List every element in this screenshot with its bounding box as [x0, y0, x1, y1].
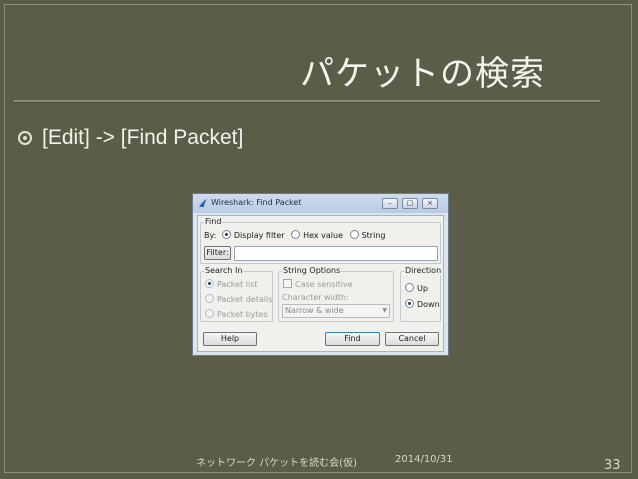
- slide-title: パケットの検索: [300, 54, 545, 94]
- search-in-label: Search In: [204, 266, 244, 275]
- radio-display-filter[interactable]: Display filter: [221, 230, 285, 240]
- find-group: Find By: Display filter Hex value String…: [200, 217, 441, 264]
- search-in-group: Search In Packet list Packet details Pac…: [200, 266, 273, 322]
- close-button[interactable]: ×: [422, 198, 438, 209]
- char-width-select[interactable]: Narrow & wide ▼: [282, 304, 390, 318]
- dialog-body: Find By: Display filter Hex value String…: [197, 215, 444, 352]
- radio-hex-value-control[interactable]: [291, 230, 301, 239]
- find-by-row: By: Display filter Hex value String: [204, 230, 385, 240]
- slide: パケットの検索 [Edit] -> [Find Packet] Wireshar…: [0, 0, 638, 479]
- case-sensitive-label: Case sensitive: [295, 280, 353, 289]
- radio-display-filter-label: Display filter: [233, 231, 285, 240]
- title-rule: [14, 100, 600, 103]
- radio-packet-bytes-label: Packet bytes: [217, 310, 268, 319]
- radio-packet-list-label: Packet list: [217, 280, 258, 289]
- bullet-item: [Edit] -> [Find Packet]: [18, 126, 243, 150]
- bullet-text: [Edit] -> [Find Packet]: [42, 126, 244, 149]
- footer-text: ネットワーク パケットを読む会(仮): [196, 458, 357, 469]
- dialog-titlebar[interactable]: Wireshark: Find Packet – □ ×: [193, 194, 448, 213]
- cancel-button[interactable]: Cancel: [385, 332, 439, 346]
- char-width-value: Narrow & wide: [285, 306, 344, 315]
- minimize-button[interactable]: –: [382, 198, 398, 209]
- help-button[interactable]: Help: [203, 332, 257, 346]
- radio-string-control[interactable]: [349, 230, 359, 239]
- radio-down[interactable]: Down: [405, 299, 440, 309]
- case-sensitive-box[interactable]: [283, 279, 292, 288]
- find-packet-dialog: Wireshark: Find Packet – □ × Find By: Di…: [192, 193, 449, 356]
- radio-hex-value-label: Hex value: [303, 231, 344, 240]
- radio-down-label: Down: [417, 300, 440, 309]
- filter-input[interactable]: [234, 246, 438, 261]
- by-label: By:: [204, 231, 217, 240]
- case-sensitive-checkbox[interactable]: Case sensitive: [283, 279, 353, 289]
- radio-down-control[interactable]: [405, 299, 414, 308]
- radio-packet-list[interactable]: Packet list: [205, 279, 257, 289]
- string-options-label: String Options: [282, 266, 342, 275]
- maximize-button[interactable]: □: [402, 198, 418, 209]
- radio-display-filter-control[interactable]: [221, 230, 231, 239]
- radio-packet-details-control[interactable]: [205, 294, 214, 303]
- radio-hex-value[interactable]: Hex value: [291, 230, 344, 240]
- page-number: 33: [604, 458, 621, 473]
- radio-up-label: Up: [417, 284, 428, 293]
- radio-packet-bytes[interactable]: Packet bytes: [205, 309, 268, 319]
- direction-group: Direction Up Down: [400, 266, 443, 322]
- radio-packet-details-label: Packet details: [217, 295, 273, 304]
- find-group-label: Find: [204, 217, 223, 226]
- direction-label: Direction: [404, 266, 443, 275]
- filter-button[interactable]: Filter:: [204, 246, 231, 260]
- chevron-down-icon: ▼: [382, 307, 387, 314]
- radio-up[interactable]: Up: [405, 283, 428, 293]
- radio-string[interactable]: String: [349, 230, 386, 240]
- radio-packet-list-control[interactable]: [205, 279, 214, 288]
- wireshark-fin-icon: [199, 199, 207, 207]
- radio-packet-details[interactable]: Packet details: [205, 294, 272, 304]
- footer-date: 2014/10/31: [395, 454, 453, 465]
- find-button[interactable]: Find: [325, 332, 380, 346]
- dialog-title: Wireshark: Find Packet: [211, 198, 302, 207]
- radio-string-label: String: [361, 231, 386, 240]
- string-options-group: String Options Case sensitive Character …: [278, 266, 394, 322]
- radio-up-control[interactable]: [405, 283, 414, 292]
- bullet-icon: [18, 131, 32, 145]
- radio-packet-bytes-control[interactable]: [205, 309, 214, 318]
- char-width-label: Character width:: [282, 293, 349, 302]
